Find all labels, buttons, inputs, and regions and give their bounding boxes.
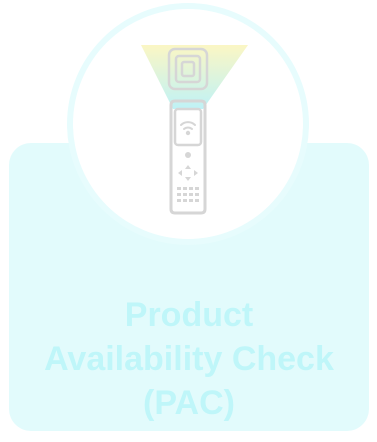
scan-beam-icon (141, 45, 248, 109)
device-button-icon (185, 152, 191, 158)
handheld-rfid-scanner-icon (141, 45, 248, 215)
pac-tile[interactable]: Product Availability Check (PAC) (0, 0, 377, 442)
dpad-icon (178, 165, 198, 181)
card-title: Product Availability Check (PAC) (44, 296, 334, 422)
wireless-signal-icon (180, 121, 196, 136)
icon-circle (67, 3, 309, 245)
icon-circle-inner (73, 9, 303, 239)
keypad-icon (177, 187, 199, 202)
